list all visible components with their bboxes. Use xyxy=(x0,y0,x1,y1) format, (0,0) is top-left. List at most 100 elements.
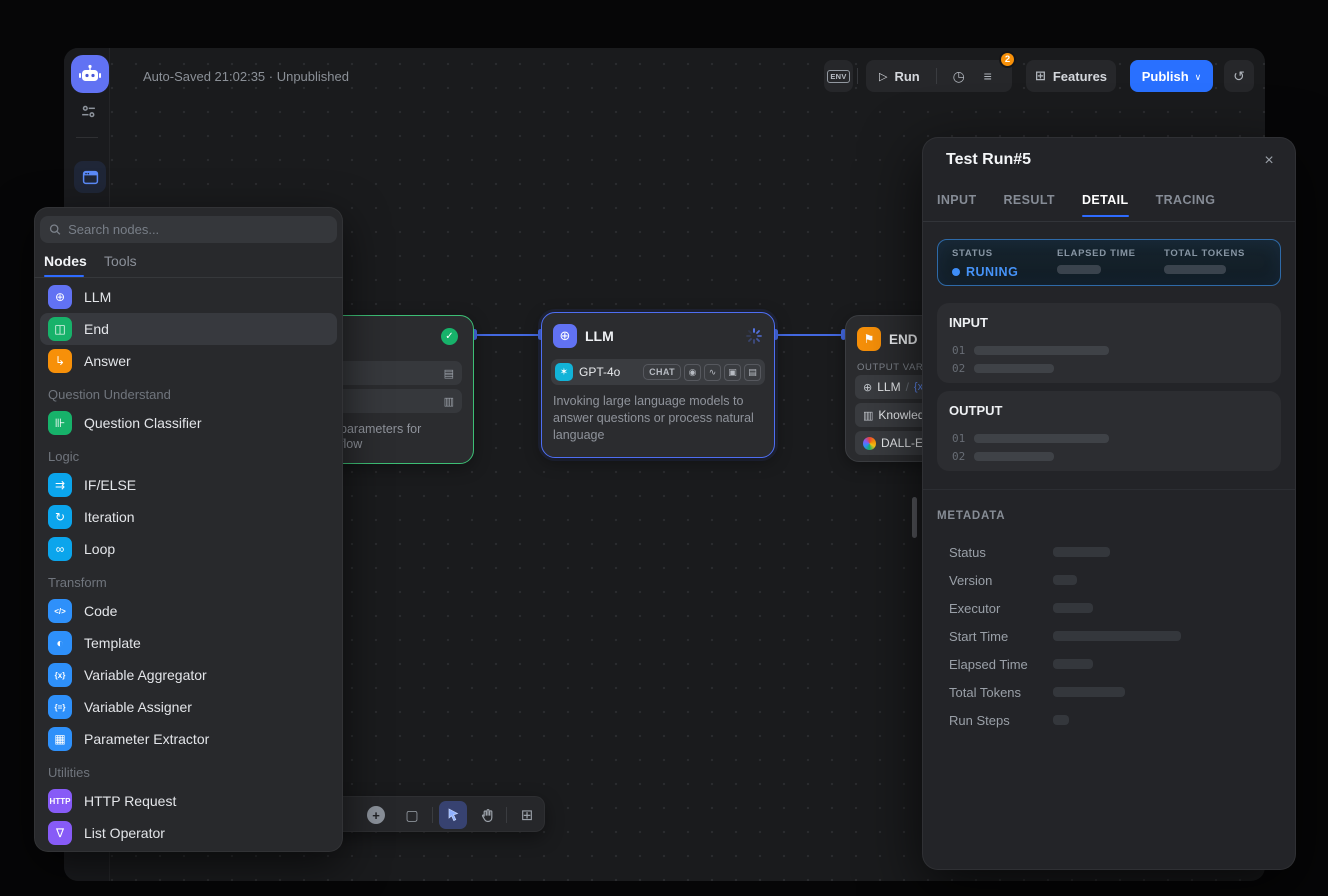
node-item-question-classifier[interactable]: ⊪Question Classifier xyxy=(40,407,337,439)
dalle-icon xyxy=(863,437,876,450)
node-group-header-logic: Logic xyxy=(34,439,343,469)
skeleton-row: 02 xyxy=(949,359,1267,377)
vision-icon: ◉ xyxy=(684,364,701,381)
preferences-sliders-icon[interactable] xyxy=(79,102,97,120)
features-icon: ⊞ xyxy=(1035,68,1046,84)
features-label: Features xyxy=(1053,69,1107,84)
run-tab-tracing[interactable]: TRACING xyxy=(1156,193,1216,217)
metadata-title: METADATA xyxy=(937,510,1005,522)
input-card: INPUT0102 xyxy=(937,303,1281,383)
search-box[interactable] xyxy=(40,216,337,243)
node-item-code[interactable]: </>Code xyxy=(40,595,337,627)
knowled-icon: ▥ xyxy=(863,409,873,422)
skeleton-bar xyxy=(1053,575,1077,585)
publish-label: Publish xyxy=(1142,69,1189,84)
hand-icon xyxy=(480,808,495,823)
metadata-label: Elapsed Time xyxy=(949,657,1053,672)
add-node-button[interactable]: + xyxy=(358,797,394,833)
metadata-rows: StatusVersionExecutorStart TimeElapsed T… xyxy=(949,538,1269,734)
node-item-list-operator[interactable]: ∇List Operator xyxy=(40,817,337,849)
version-history-icon: ↺ xyxy=(1233,68,1245,85)
node-item-variable-aggregator[interactable]: {x}Variable Aggregator xyxy=(40,659,337,691)
llm-node-description: Invoking large language models to answer… xyxy=(553,393,765,444)
node-item-if-else[interactable]: ⇉IF/ELSE xyxy=(40,469,337,501)
list-operator-icon: ∇ xyxy=(48,821,72,845)
start-node-description: flow xyxy=(340,437,362,451)
features-button[interactable]: ⊞ Features xyxy=(1026,60,1116,92)
node-item-iteration[interactable]: ↻Iteration xyxy=(40,501,337,533)
line-number: 01 xyxy=(952,432,965,445)
status-label: STATUS xyxy=(952,248,1057,259)
success-check-icon: ✓ xyxy=(441,328,458,345)
iteration-icon: ↻ xyxy=(48,505,72,529)
model-selector[interactable]: ✶ GPT-4o CHAT◉∿▣▤ xyxy=(551,359,765,385)
env-button[interactable]: ENV xyxy=(824,60,853,92)
node-item-variable-assigner[interactable]: {=}Variable Assigner xyxy=(40,691,337,723)
metadata-label: Run Steps xyxy=(949,713,1053,728)
skeleton-row: 01 xyxy=(949,429,1267,447)
node-item-label: HTTP Request xyxy=(84,793,176,809)
run-history-icon[interactable]: ◷ xyxy=(951,68,967,85)
add-note-button[interactable]: ▢ xyxy=(396,797,428,833)
chat-mode-badge: CHAT xyxy=(643,364,681,380)
skeleton-bar xyxy=(1053,631,1181,641)
question-classifier-icon: ⊪ xyxy=(48,411,72,435)
running-dot-icon xyxy=(952,268,960,276)
end-icon: ◫ xyxy=(48,317,72,341)
run-tab-detail[interactable]: DETAIL xyxy=(1082,193,1129,217)
node-item-llm[interactable]: ⊕LLM xyxy=(40,281,337,313)
organize-nodes-button[interactable]: ⊞ xyxy=(510,797,544,833)
run-panel-tabs: INPUT RESULT DETAIL TRACING xyxy=(937,193,1215,217)
robot-icon xyxy=(78,62,102,86)
skeleton-bar xyxy=(1053,547,1110,557)
app-logo-robot-icon[interactable] xyxy=(71,55,109,93)
canvas-scrollbar[interactable] xyxy=(912,497,917,538)
node-item-answer[interactable]: ↳ Answer xyxy=(40,345,337,377)
code-icon: </> xyxy=(48,599,72,623)
tab-nodes[interactable]: Nodes xyxy=(44,253,87,269)
node-item-label: LLM xyxy=(84,289,111,305)
toolbar-divider xyxy=(431,797,433,833)
run-button[interactable]: Run xyxy=(894,69,919,84)
toolbar-divider xyxy=(857,68,858,84)
checklist-icon[interactable]: ≡ xyxy=(980,68,996,84)
toolbar-divider xyxy=(505,797,507,833)
node-item-label: Answer xyxy=(84,353,131,369)
variable-name: LLM xyxy=(877,380,900,394)
document-icon: ▤ xyxy=(744,364,761,381)
node-item-template[interactable]: ◐Template xyxy=(40,627,337,659)
end-node-header: ⚑ END xyxy=(857,327,918,351)
panel-divider xyxy=(923,221,1295,222)
status-column-label: TOTAL TOKENS xyxy=(1164,248,1271,259)
run-tab-input[interactable]: INPUT xyxy=(937,193,977,217)
node-item-loop[interactable]: ∞Loop xyxy=(40,533,337,565)
status-column-elapsed-time: ELAPSED TIME xyxy=(1057,248,1164,285)
edge-start-to-llm xyxy=(477,334,539,336)
metadata-row-version: Version xyxy=(949,566,1269,594)
tab-tools[interactable]: Tools xyxy=(104,253,137,269)
workflow-editor: Auto-Saved 21:02:35 · Unpublished ENV ▷ … xyxy=(0,0,1328,896)
node-item-http-request[interactable]: HTTP HTTP Request xyxy=(40,785,337,817)
io-cards: INPUT0102OUTPUT0102 xyxy=(937,303,1281,471)
search-input[interactable] xyxy=(68,222,328,237)
close-icon[interactable]: × xyxy=(1258,150,1280,172)
skeleton-bar xyxy=(974,434,1109,443)
version-history-button[interactable]: ↺ xyxy=(1224,60,1254,92)
node-item-parameter-extractor[interactable]: ▦Parameter Extractor xyxy=(40,723,337,755)
node-item-label: Loop xyxy=(84,541,115,557)
http-request-icon: HTTP xyxy=(48,789,72,813)
skeleton-bar xyxy=(974,346,1109,355)
publish-button[interactable]: Publish ∨ xyxy=(1130,60,1213,92)
node-item-end[interactable]: ◫End xyxy=(40,313,337,345)
node-group-header-transform: Transform xyxy=(34,565,343,595)
metadata-label: Start Time xyxy=(949,629,1053,644)
hand-mode-button[interactable] xyxy=(471,797,503,833)
answer-icon: ↳ xyxy=(48,349,72,373)
autosave-status: Auto-Saved 21:02:35 · Unpublished xyxy=(143,69,349,84)
skeleton-bar xyxy=(974,452,1054,461)
skeleton-bar xyxy=(1053,603,1093,613)
node-item-label: IF/ELSE xyxy=(84,477,136,493)
run-tab-result[interactable]: RESULT xyxy=(1004,193,1055,217)
apps-window-icon[interactable] xyxy=(74,161,106,193)
pointer-mode-button[interactable] xyxy=(439,801,467,829)
